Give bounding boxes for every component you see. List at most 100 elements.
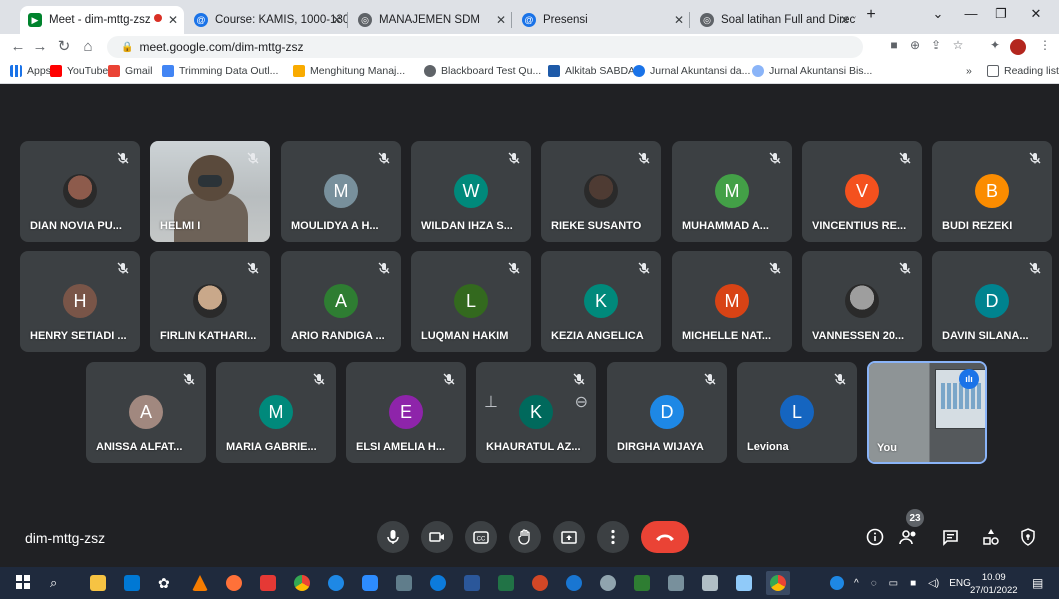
participant-tile[interactable]: M MICHELLE NAT... [672,251,792,352]
tab-presensi[interactable]: @ Presensi ✕ [514,6,690,34]
raise-hand-button[interactable] [509,521,541,553]
remove-icon[interactable]: ⊖ [575,392,588,412]
participant-tile[interactable]: M MARIA GABRIE... [216,362,336,463]
participant-tile[interactable]: V VINCENTIUS RE... [802,141,922,242]
powerpoint-icon[interactable] [532,575,548,591]
pdf-reader-icon[interactable] [260,575,276,591]
captions-button[interactable]: CC [465,521,497,553]
word-icon[interactable] [464,575,480,591]
reading-list-button[interactable]: Reading list [987,65,1059,77]
calculator-icon[interactable] [668,575,684,591]
menu-dots-icon[interactable]: ⋮ [1036,38,1054,52]
host-controls-button[interactable] [1016,525,1040,549]
chrome-active-taskbar-item[interactable] [766,571,790,595]
firefox-icon[interactable] [226,575,242,591]
bookmark-blackboard[interactable]: Blackboard Test Qu... [424,65,541,77]
close-icon[interactable]: ✕ [674,13,684,27]
close-icon[interactable]: ✕ [496,13,506,27]
app-icon[interactable] [600,575,616,591]
wifi-icon[interactable]: ◌ [871,578,877,589]
more-bookmarks-button[interactable]: » [966,65,972,77]
extensions-icon[interactable]: ✦ [986,38,1004,52]
share-icon[interactable]: ⇪ [927,38,945,52]
participant-tile[interactable]: K KEZIA ANGELICA [541,251,661,352]
tab-soal[interactable]: ◎ Soal latihan Full and Direct C ✕ [692,6,856,34]
meeting-details-button[interactable] [863,525,887,549]
tab-search-chevron-icon[interactable]: ⌄ [928,6,948,22]
participant-tile[interactable]: VANNESSEN 20... [802,251,922,352]
people-button[interactable] [897,525,921,549]
forward-arrow-icon[interactable]: → [30,37,50,57]
vlc-icon[interactable] [192,575,208,591]
activities-button[interactable] [979,525,1003,549]
reload-icon[interactable]: ↻ [54,37,74,57]
app-icon[interactable] [566,575,582,591]
app-icon[interactable] [702,575,718,591]
participant-tile[interactable]: M MOULIDYA A H... [281,141,401,242]
battery-icon[interactable]: ■ [910,578,916,589]
participant-tile[interactable]: E ELSI AMELIA H... [346,362,466,463]
participant-tile[interactable]: A ANISSA ALFAT... [86,362,206,463]
zoom-icon[interactable]: ⊕ [906,38,924,52]
bookmark-jurnal-bis[interactable]: Jurnal Akuntansi Bis... [752,65,872,77]
edge-icon[interactable] [430,575,446,591]
close-icon[interactable]: ✕ [840,13,850,27]
new-tab-button[interactable]: + [861,6,881,24]
tab-meet[interactable]: ▶ Meet - dim-mttg-zsz ✕ [20,6,184,34]
settings-gear-icon[interactable]: ✿ [158,575,174,591]
participant-tile[interactable]: A ARIO RANDIGA ... [281,251,401,352]
participant-tile[interactable]: L LUQMAN HAKIM [411,251,531,352]
profile-avatar[interactable] [1010,39,1026,55]
windows-start-icon[interactable] [16,575,32,591]
zoom-app-icon[interactable] [362,575,378,591]
bookmark-jurnal-da[interactable]: Jurnal Akuntansi da... [633,65,750,77]
address-bar[interactable]: 🔒 meet.google.com/dim-mttg-zsz [107,36,863,58]
camera-in-use-icon[interactable]: ■ [885,38,903,52]
close-icon[interactable]: ✕ [168,13,178,27]
restore-button[interactable]: ❐ [991,6,1011,22]
home-icon[interactable]: ⌂ [78,37,98,57]
participant-tile[interactable]: D DIRGHA WIJAYA [607,362,727,463]
chrome-profile-icon[interactable] [328,575,344,591]
participant-tile[interactable]: L Leviona [737,362,857,463]
app-icon[interactable] [634,575,650,591]
participant-tile[interactable]: H HENRY SETIADI ... [20,251,140,352]
bookmark-alkitab[interactable]: Alkitab SABDA [548,65,635,77]
participant-tile[interactable]: DIAN NOVIA PU... [20,141,140,242]
minimize-button[interactable]: — [961,6,981,21]
system-clock[interactable]: 10.09 27/01/2022 [970,571,1018,597]
microphone-button[interactable] [377,521,409,553]
present-screen-button[interactable] [553,521,585,553]
help-icon[interactable] [830,576,844,590]
close-window-button[interactable]: ✕ [1026,6,1046,22]
participant-tile[interactable]: D DAVIN SILANA... [932,251,1052,352]
camera-button[interactable] [421,521,453,553]
back-arrow-icon[interactable]: ← [8,37,28,57]
bookmark-youtube[interactable]: YouTube [50,65,108,77]
tab-course[interactable]: @ Course: KAMIS, 1000-1300 (A ✕ [186,6,348,34]
participant-tile[interactable]: B BUDI REZEKI [932,141,1052,242]
bookmark-apps[interactable]: Apps [10,65,51,77]
language-indicator[interactable]: ENG [949,578,971,589]
leave-call-button[interactable] [641,521,689,553]
chevron-up-icon[interactable]: ^ [854,578,859,589]
close-icon[interactable]: ✕ [332,13,342,27]
participant-tile[interactable]: FIRLIN KATHARI... [150,251,270,352]
store-icon[interactable] [124,575,140,591]
bookmark-gmail[interactable]: Gmail [108,65,152,77]
participant-tile[interactable]: K ⊥ ⊖ KHAURATUL AZ... [476,362,596,463]
excel-icon[interactable] [498,575,514,591]
participant-tile[interactable]: W WILDAN IHZA S... [411,141,531,242]
notifications-icon[interactable]: ▤ [1032,575,1048,591]
self-tile[interactable]: ılı You [867,361,987,464]
search-icon[interactable]: ⌕ [50,575,66,591]
bookmark-trimming[interactable]: Trimming Data Outl... [162,65,278,77]
tab-manajemen[interactable]: ◎ MANAJEMEN SDM ✕ [350,6,512,34]
chrome-icon[interactable] [294,575,310,591]
volume-icon[interactable]: ◁) [928,578,939,589]
participant-tile[interactable]: RIEKE SUSANTO [541,141,661,242]
network-icon[interactable]: ▭ [889,578,898,589]
file-explorer-icon[interactable] [90,575,106,591]
bookmark-star-icon[interactable]: ☆ [949,38,967,52]
bookmark-menghitung[interactable]: Menghitung Manaj... [293,65,405,77]
